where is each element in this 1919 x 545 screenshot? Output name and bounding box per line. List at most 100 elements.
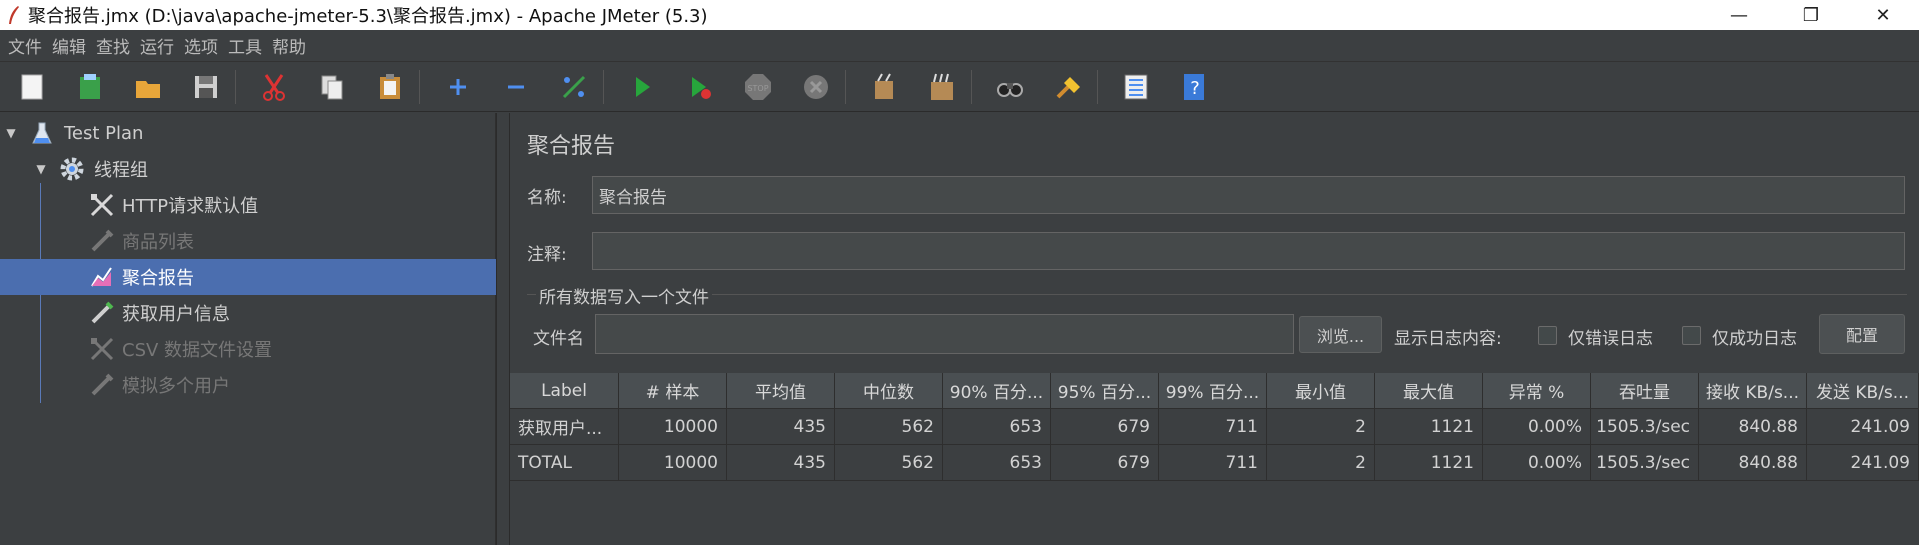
minimize-button[interactable]: — (1703, 0, 1775, 30)
menu-options[interactable]: 选项 (182, 33, 226, 58)
toolbar-separator (845, 69, 846, 104)
column-header[interactable]: 发送 KB/s... (1807, 373, 1919, 409)
shutdown-icon[interactable] (796, 67, 836, 107)
table-cell: 0.00% (1483, 409, 1591, 445)
success-only-checkbox[interactable] (1682, 326, 1701, 345)
menu-help[interactable]: 帮助 (270, 33, 314, 58)
menu-run[interactable]: 运行 (138, 33, 182, 58)
collapse-icon[interactable] (496, 67, 536, 107)
menu-bar: 文件 编辑 查找 运行 选项 工具 帮助 (0, 30, 1919, 62)
menu-edit[interactable]: 编辑 (50, 33, 94, 58)
table-row[interactable]: TOTAL 10000 435 562 653 679 711 2 1121 0… (510, 445, 1919, 481)
errors-only-checkbox[interactable] (1538, 326, 1557, 345)
column-header[interactable]: 中位数 (835, 373, 943, 409)
templates-icon[interactable] (70, 67, 110, 107)
tree-item-aggregate-report[interactable]: 聚合报告 (0, 259, 496, 295)
sampler-pipette-icon (88, 299, 116, 327)
tree-item-http-defaults[interactable]: HTTP请求默认值 (0, 187, 496, 223)
column-header[interactable]: # 样本 (619, 373, 727, 409)
tree-item-label: 聚合报告 (122, 268, 194, 289)
table-cell: 679 (1051, 445, 1159, 481)
table-cell: 679 (1051, 409, 1159, 445)
tree-item-csv-config[interactable]: CSV 数据文件设置 (0, 331, 496, 367)
column-header[interactable]: 95% 百分... (1051, 373, 1159, 409)
browse-button[interactable]: 浏览... (1299, 316, 1382, 353)
expand-toggle-icon[interactable]: ▼ (34, 162, 48, 176)
column-header[interactable]: 接收 KB/s... (1699, 373, 1807, 409)
config-element-icon (88, 191, 116, 219)
table-cell: 2 (1267, 445, 1375, 481)
tree-item-simulate-users[interactable]: 模拟多个用户 (0, 367, 496, 403)
table-row[interactable]: 获取用户... 10000 435 562 653 679 711 2 1121… (510, 409, 1919, 445)
name-input[interactable]: 聚合报告 (592, 176, 1905, 214)
tree-item-thread-group[interactable]: ▼ 线程组 (0, 151, 496, 187)
expand-toggle-icon[interactable]: ▼ (4, 126, 18, 140)
table-cell: 1121 (1375, 409, 1483, 445)
clear-icon[interactable] (864, 67, 904, 107)
split-pane-divider[interactable] (496, 113, 510, 545)
toolbar-separator (1097, 69, 1098, 104)
panel-title: 聚合报告 (527, 134, 616, 159)
column-header[interactable]: 平均值 (727, 373, 835, 409)
comment-input[interactable] (592, 232, 1905, 270)
tree-item-label: 线程组 (94, 160, 148, 181)
new-icon[interactable] (12, 67, 52, 107)
copy-icon[interactable] (312, 67, 352, 107)
paste-icon[interactable] (370, 67, 410, 107)
table-cell: 2 (1267, 409, 1375, 445)
function-helper-icon[interactable] (1116, 67, 1156, 107)
filename-input[interactable] (595, 314, 1294, 354)
reset-search-icon[interactable] (1048, 67, 1088, 107)
column-header[interactable]: Label (510, 373, 619, 409)
tree-item-label: 获取用户信息 (122, 304, 230, 325)
start-no-pause-icon[interactable] (680, 67, 720, 107)
save-icon[interactable] (186, 67, 226, 107)
menu-file[interactable]: 文件 (6, 33, 50, 58)
sampler-pipette-icon (88, 227, 116, 255)
table-cell: 562 (835, 409, 943, 445)
table-cell: 10000 (619, 409, 727, 445)
help-icon[interactable]: ? (1174, 67, 1214, 107)
table-cell: 562 (835, 445, 943, 481)
errors-only-label: 仅错误日志 (1568, 329, 1653, 349)
tree-item-label: Test Plan (64, 122, 144, 144)
close-button[interactable]: ✕ (1847, 0, 1919, 30)
start-icon[interactable] (622, 67, 662, 107)
expand-icon[interactable] (438, 67, 478, 107)
toolbar-separator (235, 69, 236, 104)
open-icon[interactable] (128, 67, 168, 107)
tree-item-get-user-info[interactable]: 获取用户信息 (0, 295, 496, 331)
table-cell: TOTAL (510, 445, 619, 481)
tree-item-label: CSV 数据文件设置 (122, 340, 273, 361)
stop-icon[interactable]: STOP (738, 67, 778, 107)
table-cell: 10000 (619, 445, 727, 481)
tree-item-test-plan[interactable]: ▼ Test Plan (0, 115, 496, 151)
menu-tools[interactable]: 工具 (226, 33, 270, 58)
column-header[interactable]: 最大值 (1375, 373, 1483, 409)
table-cell: 1505.3/sec (1591, 409, 1699, 445)
maximize-button[interactable]: ❐ (1775, 0, 1847, 30)
configure-button[interactable]: 配置 (1819, 314, 1905, 354)
table-cell: 241.09 (1807, 445, 1919, 481)
column-header[interactable]: 异常 % (1483, 373, 1591, 409)
table-cell: 1121 (1375, 445, 1483, 481)
listener-report-icon (88, 263, 116, 291)
table-cell: 653 (943, 409, 1051, 445)
aggregate-report-panel: 聚合报告 名称: 聚合报告 注释: 所有数据写入一个文件 文件名 浏览... 显… (510, 113, 1919, 545)
tree-item-label: HTTP请求默认值 (122, 196, 259, 217)
table-cell: 获取用户... (510, 409, 619, 445)
column-header[interactable]: 吞吐量 (1591, 373, 1699, 409)
table-cell: 435 (727, 409, 835, 445)
toolbar: STOP ? (0, 62, 1919, 112)
clear-all-icon[interactable] (922, 67, 962, 107)
column-header[interactable]: 90% 百分... (943, 373, 1051, 409)
column-header[interactable]: 99% 百分... (1159, 373, 1267, 409)
column-header[interactable]: 最小值 (1267, 373, 1375, 409)
search-icon[interactable] (990, 67, 1030, 107)
toggle-icon[interactable] (554, 67, 594, 107)
window-title: 聚合报告.jmx (D:\java\apache-jmeter-5.3\聚合报告… (28, 6, 708, 27)
tree-item-product-list[interactable]: 商品列表 (0, 223, 496, 259)
sampler-pipette-icon (88, 371, 116, 399)
cut-icon[interactable] (254, 67, 294, 107)
menu-search[interactable]: 查找 (94, 33, 138, 58)
